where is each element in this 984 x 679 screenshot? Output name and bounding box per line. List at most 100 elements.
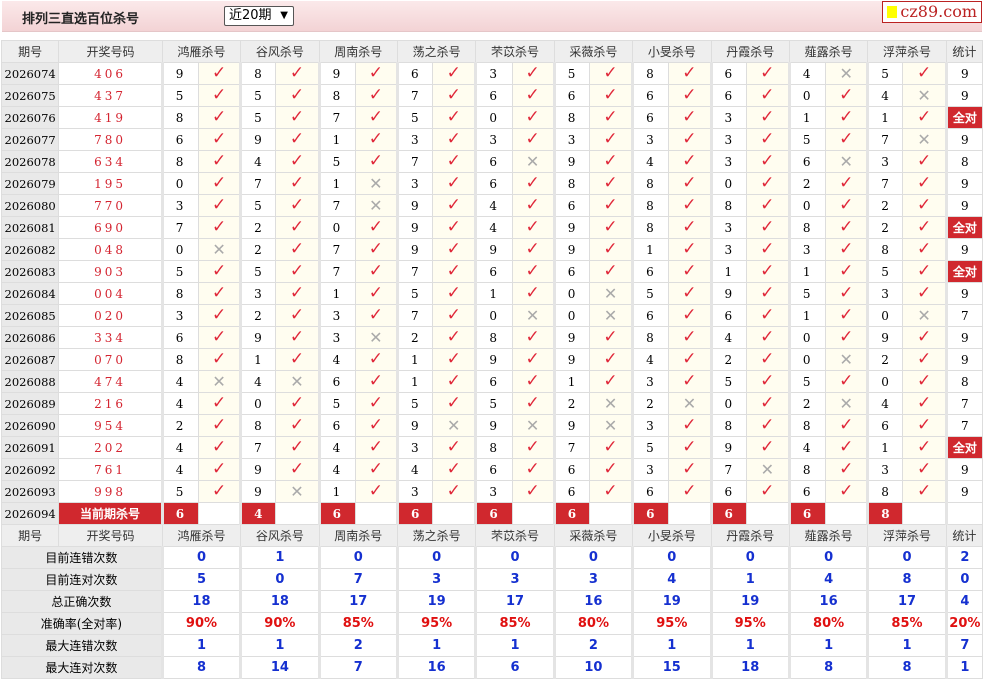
cross-icon: ✕ xyxy=(917,306,931,325)
result-mark: ✓ xyxy=(275,348,320,371)
stats-value: 4 xyxy=(787,568,869,591)
period-cell: 2026088 xyxy=(0,370,60,393)
stats-value: 0 xyxy=(317,546,398,569)
kill-number: 2 xyxy=(787,392,827,415)
current-kill-number: 6 xyxy=(787,502,827,525)
check-icon: ✓ xyxy=(211,217,227,237)
stat-count: 9 xyxy=(944,84,984,107)
check-icon: ✓ xyxy=(446,349,461,369)
check-icon: ✓ xyxy=(682,129,697,149)
check-icon: ✓ xyxy=(525,327,540,347)
result-mark: ✓ xyxy=(668,216,712,239)
stats-value: 6 xyxy=(474,656,555,679)
result-mark: ✓ xyxy=(825,128,869,151)
stats-row: 最大连对次数 8 14 7 16 6 10 15 18 8 8 1 xyxy=(1,656,984,679)
check-icon: ✓ xyxy=(289,195,305,215)
kill-number: 9 xyxy=(552,326,590,349)
check-icon: ✓ xyxy=(603,327,618,347)
kill-number: 4 xyxy=(239,370,277,393)
kill-number: 5 xyxy=(239,260,277,283)
stats-value: 0 xyxy=(160,546,242,569)
result-mark: ✓ xyxy=(511,194,555,217)
chevron-down-icon: ▼ xyxy=(280,10,288,21)
kill-number: 9 xyxy=(239,458,277,481)
period-cell: 2026074 xyxy=(0,62,60,85)
check-icon: ✓ xyxy=(760,107,775,127)
col-predictor: 薤露杀号 xyxy=(788,40,869,63)
stats-value: 90% xyxy=(239,612,320,635)
result-mark: ✓ xyxy=(511,260,555,283)
stats-value: 17 xyxy=(317,590,398,613)
check-icon: ✓ xyxy=(368,481,383,501)
stats-value: 1 xyxy=(709,634,790,657)
kill-number: 0 xyxy=(239,392,277,415)
site-logo[interactable]: cz89.com xyxy=(882,1,982,23)
range-select[interactable]: 近20期 ▼ xyxy=(224,6,294,26)
stats-value: 3 xyxy=(474,568,555,591)
check-icon: ✓ xyxy=(916,283,932,303)
empty-cell xyxy=(354,502,398,525)
result-mark: ✓ xyxy=(197,150,242,173)
stats-row: 总正确次数 18 18 17 19 17 16 19 19 16 17 4 xyxy=(1,590,984,613)
kill-number: 9 xyxy=(552,238,590,261)
kill-number: 6 xyxy=(552,260,590,283)
stats-value: 19 xyxy=(709,590,790,613)
period-cell: 2026075 xyxy=(0,84,60,107)
cross-icon: ✕ xyxy=(369,174,383,193)
result-mark: ✓ xyxy=(432,62,477,85)
table-row: 2026089 216 4 ✓ 0 ✓ 5 ✓ 5 ✓ 5 ✓ 2 ✕ 2 ✕ 0 ✓ 2 ✕ 4 ✓ 7 xyxy=(0,392,984,415)
kill-number: 9 xyxy=(395,216,434,239)
kill-number: 7 xyxy=(395,84,434,107)
result-mark: ✓ xyxy=(745,194,790,217)
check-icon: ✓ xyxy=(211,305,227,325)
stat-count: 8 xyxy=(944,150,984,173)
kill-number: 8 xyxy=(239,414,277,437)
check-icon: ✓ xyxy=(211,481,227,501)
result-mark: ✓ xyxy=(825,260,869,283)
draw-number: 954 xyxy=(58,414,163,437)
check-icon: ✓ xyxy=(760,129,775,149)
current-kill-number: 6 xyxy=(631,502,670,525)
stats-value: 85% xyxy=(866,612,947,635)
kill-number: 7 xyxy=(160,216,199,239)
check-icon: ✓ xyxy=(760,371,775,391)
cross-icon: ✕ xyxy=(917,130,931,149)
check-icon: ✓ xyxy=(525,239,540,259)
draw-number: 998 xyxy=(58,480,163,503)
table-row: 2026084 004 8 ✓ 3 ✓ 1 ✓ 5 ✓ 1 ✓ 0 ✕ 5 ✓ 9 ✓ 5 ✓ 3 ✓ 9 xyxy=(0,282,984,305)
result-mark: ✓ xyxy=(432,282,477,305)
check-icon: ✓ xyxy=(289,437,305,457)
result-mark: ✕ xyxy=(588,304,634,327)
col-draw: 开奖号码 xyxy=(58,40,163,63)
kill-number: 3 xyxy=(866,458,904,481)
result-mark: ✕ xyxy=(825,150,869,173)
col-predictor: 谷风杀号 xyxy=(240,40,320,63)
table-row: 2026093 998 5 ✓ 9 ✕ 1 ✓ 3 ✓ 3 ✓ 6 ✓ 6 ✓ 6 ✓ 6 ✓ 8 ✓ 9 xyxy=(0,480,984,503)
check-icon: ✓ xyxy=(211,459,227,479)
cross-icon: ✕ xyxy=(760,460,774,479)
check-icon: ✓ xyxy=(289,393,305,413)
table-row: 2026074 406 9 ✓ 8 ✓ 9 ✓ 6 ✓ 3 ✓ 5 ✓ 8 ✓ 6 ✓ 4 ✕ 5 ✓ 9 xyxy=(0,62,984,85)
check-icon: ✓ xyxy=(916,151,932,171)
result-mark: ✓ xyxy=(745,370,790,393)
result-mark: ✓ xyxy=(588,128,634,151)
kill-number: 5 xyxy=(787,370,827,393)
check-icon: ✓ xyxy=(603,195,618,215)
check-icon: ✓ xyxy=(211,261,227,281)
kill-number: 5 xyxy=(160,84,199,107)
kill-number: 6 xyxy=(552,84,590,107)
check-icon: ✓ xyxy=(760,239,775,259)
result-mark: ✓ xyxy=(197,106,242,129)
result-mark: ✓ xyxy=(668,458,712,481)
kill-number: 1 xyxy=(317,480,356,503)
kill-number: 3 xyxy=(160,304,199,327)
kill-number: 1 xyxy=(866,436,904,459)
check-icon: ✓ xyxy=(525,107,540,127)
check-icon: ✓ xyxy=(839,261,854,281)
check-icon: ✓ xyxy=(525,85,540,105)
table-row: 2026088 474 4 ✕ 4 ✕ 6 ✓ 1 ✓ 6 ✓ 1 ✓ 3 ✓ 5 ✓ 5 ✓ 0 ✓ 8 xyxy=(0,370,984,393)
cross-icon: ✕ xyxy=(839,64,853,83)
stats-value: 19 xyxy=(395,590,477,613)
kill-number: 4 xyxy=(317,348,356,371)
result-mark: ✓ xyxy=(275,106,320,129)
